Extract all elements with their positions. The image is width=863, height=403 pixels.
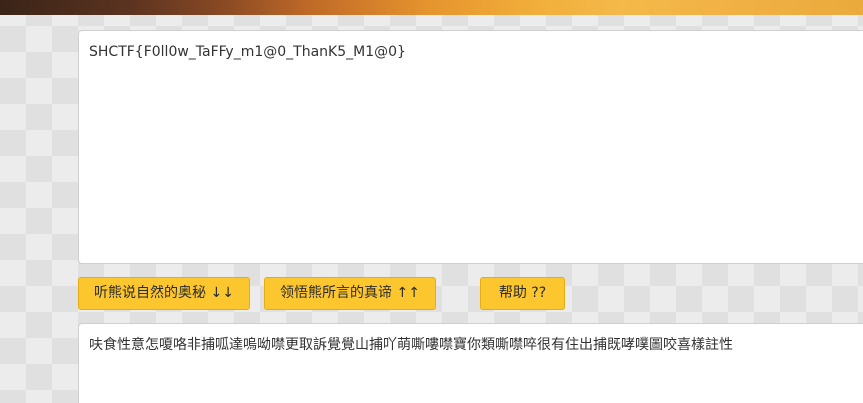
ciphertext-output[interactable]: 呋食性意怎嗄咯非捕呱達嗚呦噤更取訴覺覺山捕吖萌嘶嘍噤寶你類嘶噤啐很有住出捕既哮噗… xyxy=(78,323,863,403)
decode-button[interactable]: 听熊说自然的奥秘 ↓↓ xyxy=(78,277,250,310)
plaintext-input[interactable]: SHCTF{F0ll0w_TaFFy_m1@0_ThanK5_M1@0} xyxy=(78,30,863,264)
encode-button[interactable]: 领悟熊所言的真谛 ↑↑ xyxy=(264,277,436,310)
header-banner-image xyxy=(0,0,863,15)
help-button[interactable]: 帮助 ?? xyxy=(480,277,565,310)
